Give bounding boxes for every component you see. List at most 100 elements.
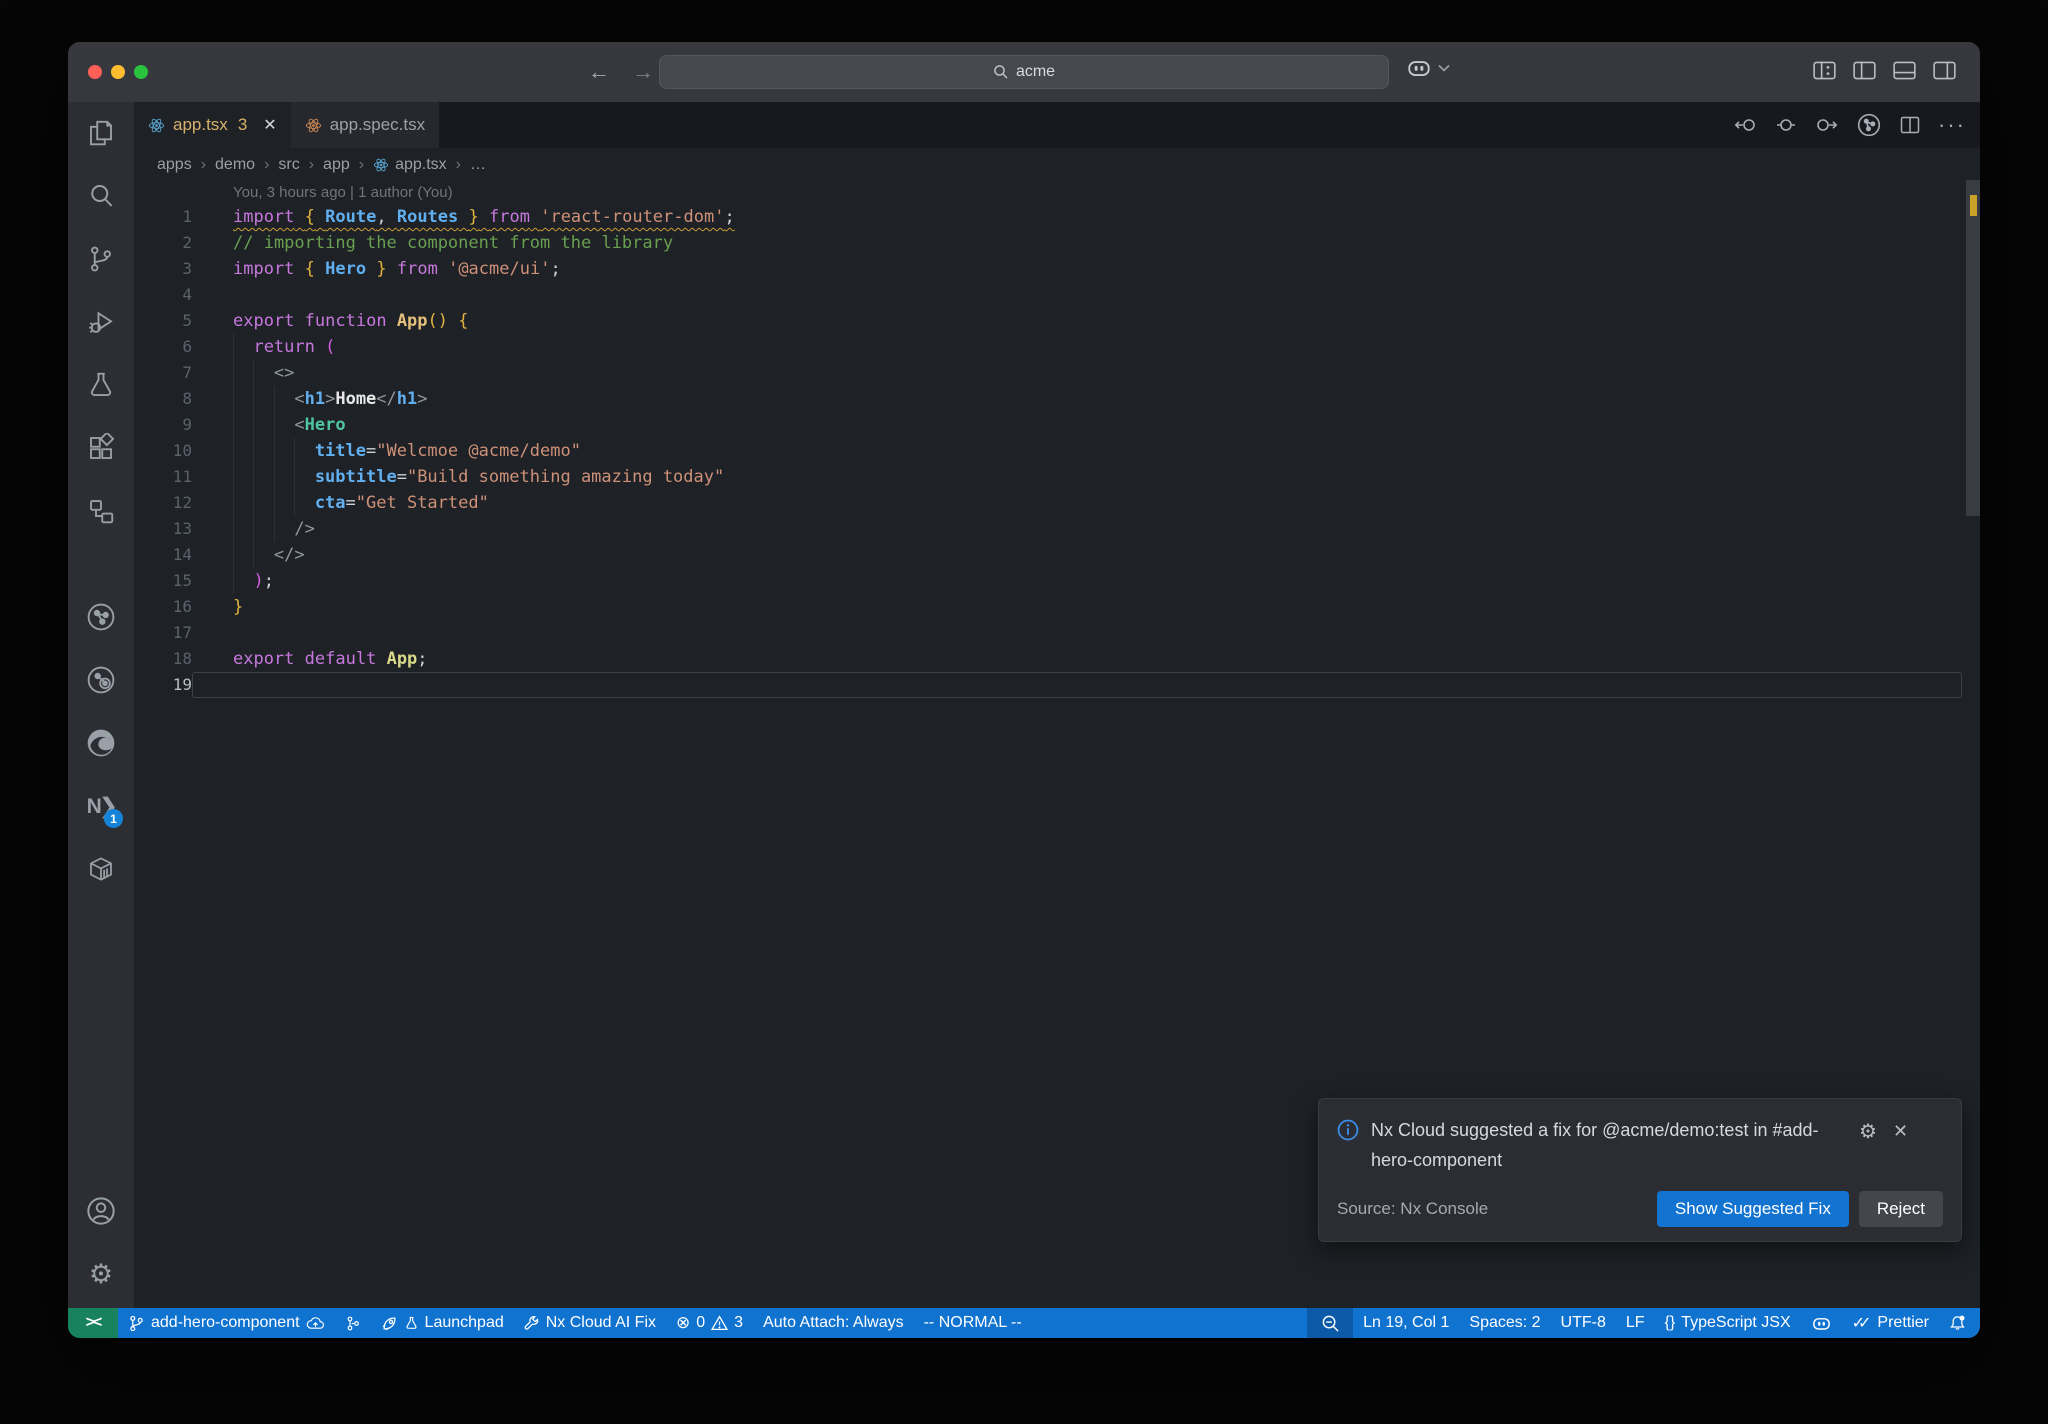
breadcrumb-item[interactable]: … — [470, 156, 486, 174]
command-center-search[interactable]: acme — [659, 55, 1389, 89]
toggle-secondary-sidebar-button[interactable] — [1932, 60, 1956, 80]
customize-layout-button[interactable] — [1812, 60, 1836, 80]
code-line[interactable]: 13/> — [134, 516, 1980, 542]
code-line[interactable]: 18 export default App; — [134, 646, 1980, 672]
cursor-position-item[interactable]: Ln 19, Col 1 — [1353, 1308, 1459, 1338]
line-number[interactable]: 7 — [134, 360, 192, 386]
copilot-status-item[interactable] — [1801, 1308, 1842, 1338]
line-number[interactable]: 12 — [134, 490, 192, 516]
notifications-bell-item[interactable] — [1939, 1308, 1980, 1338]
line-number[interactable]: 8 — [134, 386, 192, 412]
line-number[interactable]: 19 — [134, 672, 192, 698]
zoom-window-button[interactable] — [134, 65, 148, 79]
toggle-panel-button[interactable] — [1892, 60, 1916, 80]
nx-cloud-fix-item[interactable]: Nx Cloud AI Fix — [514, 1308, 666, 1338]
code-line[interactable]: 9 <Hero — [134, 412, 1980, 438]
code-line[interactable]: 8 <h1>Home</h1> — [134, 386, 1980, 412]
code-line[interactable]: 7 <> — [134, 360, 1980, 386]
code-line[interactable]: 3 import { Hero } from '@acme/ui'; — [134, 256, 1980, 282]
nav-next-edit-icon[interactable] — [1814, 116, 1838, 134]
nx-run-target-icon[interactable] — [1856, 112, 1882, 138]
line-number[interactable]: 9 — [134, 412, 192, 438]
line-number[interactable]: 18 — [134, 646, 192, 672]
remote-explorer-icon[interactable] — [77, 487, 125, 535]
more-actions-icon[interactable]: ··· — [1938, 112, 1966, 138]
nav-previous-edit-icon[interactable] — [1734, 116, 1758, 134]
git-branch-item[interactable]: add-hero-component — [118, 1308, 335, 1338]
notification-close-icon[interactable]: ✕ — [1893, 1121, 1908, 1142]
code-line[interactable]: 2 // importing the component from the lib… — [134, 230, 1980, 256]
reject-button[interactable]: Reject — [1858, 1191, 1943, 1227]
line-number[interactable]: 2 — [134, 230, 192, 256]
package-box-icon[interactable] — [77, 845, 125, 893]
editor-scrollbar[interactable] — [1966, 148, 1980, 1308]
line-number[interactable]: 1 — [134, 204, 192, 230]
close-tab-icon[interactable]: ✕ — [263, 115, 276, 135]
accounts-icon[interactable] — [77, 1187, 125, 1235]
line-number[interactable]: 14 — [134, 542, 192, 568]
minimize-window-button[interactable] — [111, 65, 125, 79]
git-graph-item[interactable] — [335, 1308, 371, 1338]
tab-app-tsx[interactable]: app.tsx 3 ✕ — [134, 102, 291, 148]
launchpad-item[interactable]: Launchpad — [371, 1308, 514, 1338]
line-number[interactable]: 10 — [134, 438, 192, 464]
breadcrumb-item[interactable]: apps — [157, 156, 192, 174]
code-line[interactable]: 4 — [134, 282, 1980, 308]
line-number[interactable]: 16 — [134, 594, 192, 620]
breadcrumb-item[interactable]: app.tsx — [373, 156, 447, 174]
source-control-icon[interactable] — [77, 235, 125, 283]
code-line[interactable]: 16} — [134, 594, 1980, 620]
nx-console-icon[interactable]: N❯ 1 — [77, 782, 125, 830]
breadcrumb-item[interactable]: app — [323, 156, 350, 174]
notification-settings-icon[interactable]: ⚙ — [1859, 1119, 1877, 1144]
settings-gear-icon[interactable]: ⚙ — [77, 1250, 125, 1298]
line-number[interactable]: 11 — [134, 464, 192, 490]
line-number[interactable]: 5 — [134, 308, 192, 334]
formatter-item[interactable]: ✓✓ Prettier — [1842, 1308, 1939, 1338]
problems-item[interactable]: ⊗ 0 3 — [666, 1308, 753, 1338]
line-number[interactable]: 6 — [134, 334, 192, 360]
code-line[interactable]: 15); — [134, 568, 1980, 594]
edge-browser-icon[interactable] — [77, 719, 125, 767]
explorer-icon[interactable] — [77, 109, 125, 157]
code-line[interactable]: 12 cta="Get Started" — [134, 490, 1980, 516]
show-suggested-fix-button[interactable]: Show Suggested Fix — [1656, 1191, 1849, 1227]
code-line[interactable]: 14 </> — [134, 542, 1980, 568]
line-number[interactable]: 17 — [134, 620, 192, 646]
search-sidebar-icon[interactable] — [77, 172, 125, 220]
nx-graph-focus-icon[interactable] — [77, 656, 125, 704]
code-line[interactable]: 11 subtitle="Build something amazing toda… — [134, 464, 1980, 490]
navigate-forward-icon[interactable]: → — [632, 59, 654, 85]
remote-indicator[interactable]: >< — [68, 1308, 118, 1338]
toggle-primary-sidebar-button[interactable] — [1852, 60, 1876, 80]
extensions-icon[interactable] — [77, 424, 125, 472]
run-debug-icon[interactable] — [77, 298, 125, 346]
code-line[interactable]: 19 — [134, 672, 1980, 698]
close-window-button[interactable] — [88, 65, 102, 79]
encoding-item[interactable]: UTF-8 — [1551, 1308, 1616, 1338]
breadcrumb-item[interactable]: demo — [215, 156, 255, 174]
auto-attach-item[interactable]: Auto Attach: Always — [753, 1308, 914, 1338]
nav-current-edit-icon[interactable] — [1776, 116, 1796, 134]
line-number[interactable]: 15 — [134, 568, 192, 594]
nx-graph-icon[interactable] — [77, 593, 125, 641]
indentation-item[interactable]: Spaces: 2 — [1459, 1308, 1550, 1338]
breadcrumb-item[interactable]: src — [278, 156, 299, 174]
navigate-back-icon[interactable]: ← — [588, 59, 610, 85]
code-line[interactable]: 10 title="Welcmoe @acme/demo" — [134, 438, 1980, 464]
code-line[interactable]: 6 return ( — [134, 334, 1980, 360]
line-number[interactable]: 4 — [134, 282, 192, 308]
line-number[interactable]: 13 — [134, 516, 192, 542]
code-line[interactable]: 5 export function App() { — [134, 308, 1980, 334]
scrollbar-thumb[interactable] — [1966, 180, 1980, 516]
vim-mode-item[interactable]: -- NORMAL -- — [914, 1308, 1032, 1338]
tab-app-spec-tsx[interactable]: app.spec.tsx — [290, 102, 440, 148]
testing-icon[interactable] — [77, 361, 125, 409]
split-editor-icon[interactable] — [1900, 116, 1920, 134]
language-mode-item[interactable]: {} TypeScript JSX — [1655, 1308, 1801, 1338]
line-number[interactable]: 3 — [134, 256, 192, 282]
copilot-menu[interactable] — [1406, 57, 1450, 79]
zoom-out-indicator[interactable] — [1307, 1308, 1354, 1338]
eol-item[interactable]: LF — [1616, 1308, 1655, 1338]
code-line[interactable]: 17 — [134, 620, 1980, 646]
